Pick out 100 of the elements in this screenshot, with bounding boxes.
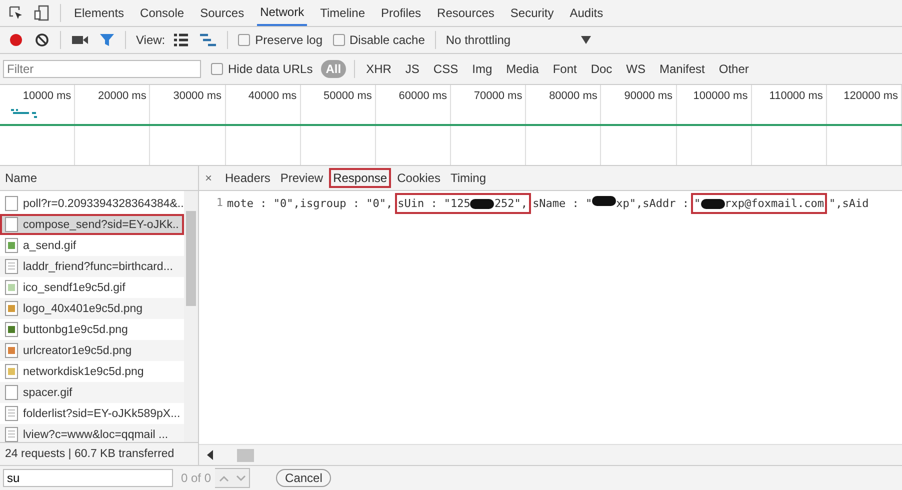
- request-name: poll?r=0.2093394328364384&..: [23, 198, 184, 210]
- code-text: 252",: [494, 197, 528, 210]
- timeline-tick-label: 100000 ms: [693, 90, 748, 102]
- redaction-blot: [700, 198, 725, 208]
- timeline-tick-label: 110000 ms: [769, 90, 823, 102]
- document-icon: [5, 259, 18, 274]
- waterfall-view-icon[interactable]: [199, 33, 218, 47]
- type-filter-button[interactable]: XHR: [363, 60, 394, 78]
- type-filter-button[interactable]: Manifest: [656, 60, 708, 78]
- detail-tab[interactable]: Timing: [447, 169, 490, 187]
- code-text: ": [694, 197, 701, 210]
- panel-tab[interactable]: Sources: [197, 0, 248, 26]
- code-text: ",sAid: [829, 196, 869, 211]
- timeline-tick-label: 120000 ms: [844, 90, 898, 102]
- code-text: sUin : "125: [398, 197, 470, 210]
- timeline-tick-label: 80000 ms: [549, 90, 598, 102]
- type-filter-button[interactable]: Font: [550, 60, 580, 78]
- match-count: 0 of 0: [180, 470, 212, 487]
- record-icon[interactable]: [8, 32, 24, 48]
- scrollbar-thumb[interactable]: [237, 448, 254, 462]
- code-text: xp",sAddr :: [616, 196, 690, 211]
- detail-tab[interactable]: Response: [330, 169, 390, 187]
- panel-tab[interactable]: Security: [507, 0, 557, 26]
- timeline-tick-label: 10000 ms: [22, 90, 72, 102]
- timeline-tick-label: 70000 ms: [474, 90, 522, 102]
- panel-tab[interactable]: Console: [137, 0, 188, 26]
- request-row[interactable]: compose_send?sid=EY-oJKk..: [0, 214, 184, 235]
- timeline-tick-label: 50000 ms: [324, 90, 372, 102]
- blank-file-icon: [5, 217, 18, 232]
- type-filter-button[interactable]: Other: [716, 60, 752, 78]
- waterfall-drawing: [10, 108, 40, 120]
- panel-tab[interactable]: Resources: [434, 0, 498, 26]
- code-text: sName : ": [532, 196, 592, 211]
- request-name: folderlist?sid=EY-oJKk589pX...: [23, 408, 180, 420]
- filter-icon[interactable]: [99, 32, 115, 48]
- panel-tab[interactable]: Audits: [566, 0, 606, 26]
- horizontal-scrollbar[interactable]: [199, 444, 902, 465]
- request-row[interactable]: lview?c=www&loc=qqmail ...: [0, 424, 184, 442]
- dropdown-arrow-icon: [580, 36, 591, 44]
- preserve-log-checkbox[interactable]: Preserve log: [238, 33, 323, 47]
- request-name: laddr_friend?func=birthcard...: [23, 260, 173, 272]
- list-view-icon[interactable]: [173, 33, 190, 47]
- timeline-tick-label: 30000 ms: [173, 90, 222, 102]
- request-name: urlcreator1e9c5d.png: [23, 344, 132, 356]
- summary-text: 24 requests | 60.7 KB transferred: [0, 442, 198, 465]
- type-filter-button[interactable]: Doc: [588, 60, 616, 78]
- type-filter-button[interactable]: CSS: [430, 60, 462, 78]
- request-name: networkdisk1e9c5d.png: [23, 366, 144, 378]
- request-name: buttonbg1e9c5d.png: [23, 324, 128, 336]
- device-icon[interactable]: [34, 5, 50, 21]
- request-row[interactable]: ico_sendf1e9c5d.gif: [0, 277, 184, 298]
- request-row[interactable]: laddr_friend?func=birthcard...: [0, 256, 184, 277]
- clear-icon[interactable]: [34, 32, 50, 48]
- code-text: mote : "0",isgroup : "0",: [227, 196, 393, 211]
- detail-tab[interactable]: Cookies: [394, 169, 444, 187]
- panel-tab[interactable]: Elements: [71, 0, 128, 26]
- view-label: View:: [136, 33, 166, 47]
- request-row[interactable]: a_send.gif: [0, 235, 184, 256]
- disable-cache-checkbox[interactable]: Disable cache: [332, 33, 425, 47]
- scroll-left-icon[interactable]: [207, 450, 213, 460]
- hide-data-urls-checkbox[interactable]: Hide data URLs: [211, 62, 313, 76]
- request-row[interactable]: logo_40x401e9c5d.png: [0, 298, 184, 319]
- timeline-tick-label: 20000 ms: [98, 90, 146, 102]
- request-name: lview?c=www&loc=qqmail ...: [23, 428, 168, 440]
- inspect-icon[interactable]: [8, 5, 24, 21]
- cancel-button[interactable]: Cancel: [276, 469, 332, 487]
- throttling-dropdown[interactable]: No throttling: [446, 33, 591, 47]
- request-name: a_send.gif: [23, 240, 76, 252]
- request-name: logo_40x401e9c5d.png: [23, 302, 143, 314]
- line-number: 1: [215, 196, 224, 211]
- redaction-blot: [592, 196, 616, 206]
- document-icon: [5, 406, 18, 421]
- request-name: compose_send?sid=EY-oJKk..: [23, 218, 179, 230]
- request-row[interactable]: spacer.gif: [0, 382, 184, 403]
- detail-tab[interactable]: Headers: [222, 169, 274, 187]
- timeline-tick-label: 60000 ms: [398, 90, 448, 102]
- document-icon: [5, 427, 18, 442]
- filter-input[interactable]: Filter: [3, 60, 201, 78]
- code-text: rxp@foxmail.com: [724, 197, 824, 210]
- redaction-blot: [470, 198, 494, 208]
- scrollbar[interactable]: [184, 191, 198, 442]
- blank-file-icon: [5, 385, 18, 400]
- request-row[interactable]: urlcreator1e9c5d.png: [0, 340, 184, 361]
- request-name: spacer.gif: [23, 386, 72, 398]
- type-filter-button[interactable]: Media: [503, 60, 542, 78]
- type-filter-button[interactable]: JS: [402, 60, 422, 78]
- name-column-header[interactable]: Name: [0, 166, 198, 191]
- request-row[interactable]: networkdisk1e9c5d.png: [0, 361, 184, 382]
- search-field[interactable]: su: [3, 469, 173, 487]
- panel-tab[interactable]: Timeline: [317, 0, 368, 26]
- blank-file-icon: [5, 196, 18, 211]
- request-row[interactable]: buttonbg1e9c5d.png: [0, 319, 184, 340]
- detail-tab[interactable]: Preview: [277, 169, 326, 187]
- request-row[interactable]: folderlist?sid=EY-oJKk589pX...: [0, 403, 184, 424]
- type-filter-button[interactable]: Img: [469, 60, 496, 78]
- request-row[interactable]: poll?r=0.2093394328364384&..: [0, 193, 184, 214]
- timeline-tick-label: 40000 ms: [248, 90, 297, 102]
- request-name: ico_sendf1e9c5d.gif: [23, 282, 126, 294]
- panel-tab[interactable]: Profiles: [378, 0, 424, 26]
- type-filter-button[interactable]: WS: [623, 60, 649, 78]
